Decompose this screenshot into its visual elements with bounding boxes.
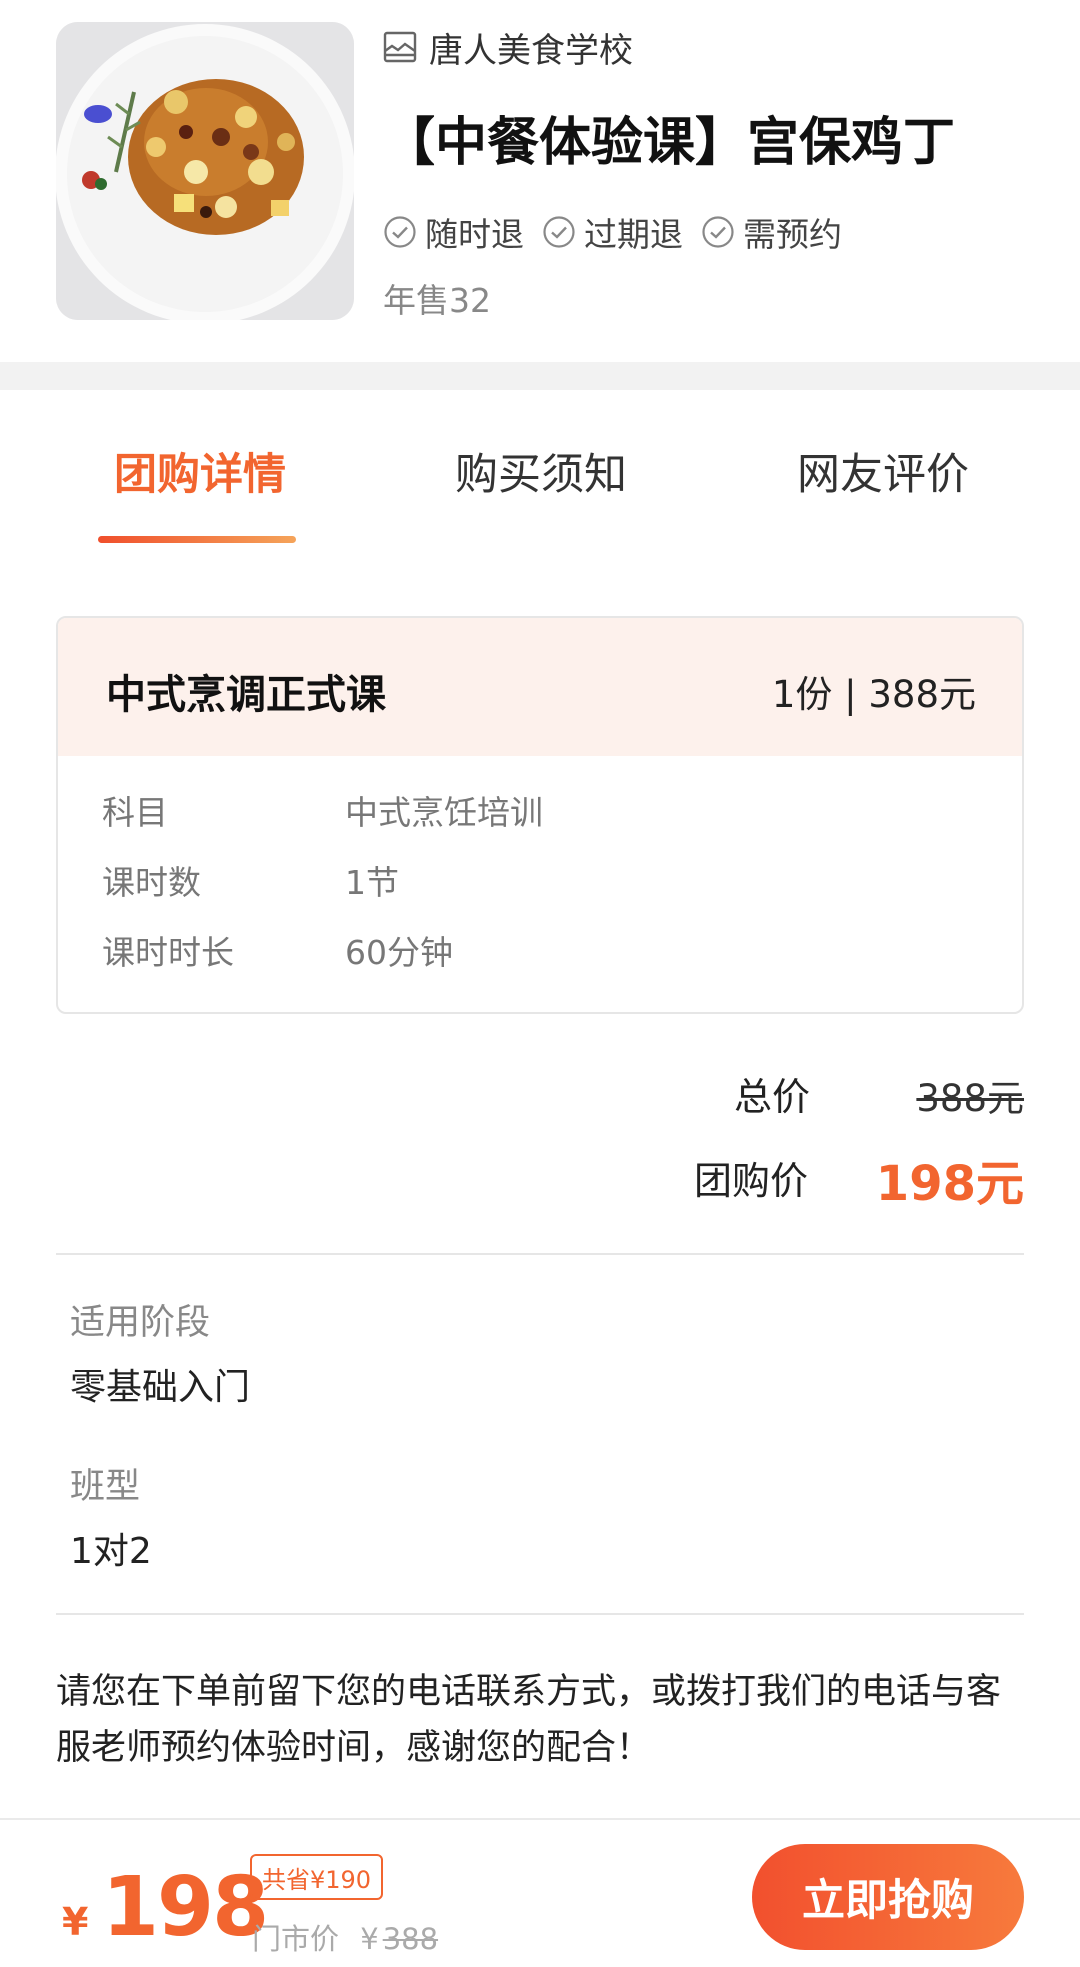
market-price-currency: ¥ bbox=[360, 1922, 379, 1956]
shop-row[interactable]: 唐人美食学校 bbox=[383, 22, 633, 72]
check-circle-icon bbox=[543, 216, 575, 248]
annual-sales: 年售32 bbox=[383, 281, 491, 320]
row-label: 科目 bbox=[102, 793, 168, 832]
tag-refund-anytime: 随时退 bbox=[383, 208, 524, 256]
total-price-value: 388元 bbox=[916, 1077, 1024, 1120]
active-tab-indicator bbox=[98, 536, 296, 543]
divider bbox=[56, 1613, 1024, 1615]
tag-label: 随时退 bbox=[425, 215, 524, 254]
stage-label: 适用阶段 bbox=[70, 1303, 211, 1343]
package-name: 中式烹调正式课 bbox=[106, 672, 386, 718]
tag-label: 需预约 bbox=[743, 215, 842, 254]
market-price-value: 388 bbox=[382, 1922, 439, 1956]
total-price-label: 总价 bbox=[734, 1075, 811, 1119]
package-card-header: 中式烹调正式课 1份 | 388元 bbox=[58, 618, 1022, 756]
package-card: 中式烹调正式课 1份 | 388元 科目 中式烹饪培训 课时数 1节 课时时长 … bbox=[56, 616, 1024, 1014]
bottom-purchase-bar: ¥ 198 共省¥190 门市价 ¥388 立即抢购 bbox=[0, 1818, 1080, 1967]
dish-photo-image bbox=[56, 22, 354, 320]
class-type-value: 1对2 bbox=[70, 1531, 152, 1572]
class-type-label: 班型 bbox=[70, 1467, 141, 1507]
product-thumbnail[interactable] bbox=[56, 22, 354, 320]
tab-purchase-notes[interactable]: 购买须知 bbox=[455, 440, 627, 502]
group-price-value: 198元 bbox=[875, 1156, 1024, 1212]
row-value: 60分钟 bbox=[345, 933, 453, 972]
market-price: 门市价 ¥388 bbox=[252, 1916, 438, 1958]
package-row-duration: 课时时长 60分钟 bbox=[102, 926, 453, 974]
tag-refund-expired: 过期退 bbox=[542, 208, 683, 256]
row-label: 课时时长 bbox=[102, 933, 234, 972]
tag-reservation: 需预约 bbox=[701, 208, 842, 256]
booking-note: 请您在下单前留下您的电话联系方式，或拨打我们的电话与客服老师预约体验时间，感谢您… bbox=[56, 1672, 1002, 1768]
shop-name: 唐人美食学校 bbox=[429, 30, 633, 71]
tab-group-details[interactable]: 团购详情 bbox=[114, 440, 286, 502]
row-label: 课时数 bbox=[102, 863, 201, 902]
product-title: 【中餐体验课】宫保鸡丁 bbox=[383, 113, 956, 173]
tab-reviews[interactable]: 网友评价 bbox=[797, 440, 969, 502]
policy-tags: 随时退 过期退 需预约 bbox=[383, 208, 860, 256]
product-header: 唐人美食学校 【中餐体验课】宫保鸡丁 随时退 过期退 需预约 年售32 bbox=[0, 0, 1080, 362]
tab-bar: 团购详情 购买须知 网友评价 bbox=[0, 390, 1080, 550]
market-price-label: 门市价 bbox=[252, 1922, 340, 1956]
deal-price: 198 bbox=[102, 1860, 269, 1955]
section-separator bbox=[0, 362, 1080, 390]
row-value: 中式烹饪培训 bbox=[345, 793, 543, 832]
buy-now-button[interactable]: 立即抢购 bbox=[752, 1844, 1024, 1950]
package-row-subject: 科目 中式烹饪培训 bbox=[102, 786, 543, 834]
shop-icon bbox=[383, 31, 417, 63]
package-row-lessons: 课时数 1节 bbox=[102, 856, 399, 904]
package-qty-price: 1份 | 388元 bbox=[771, 673, 976, 716]
check-circle-icon bbox=[702, 216, 734, 248]
savings-badge: 共省¥190 bbox=[250, 1854, 384, 1900]
group-price-label: 团购价 bbox=[694, 1159, 809, 1203]
stage-value: 零基础入门 bbox=[70, 1367, 251, 1408]
check-circle-icon bbox=[384, 216, 416, 248]
divider bbox=[56, 1253, 1024, 1255]
currency-symbol: ¥ bbox=[62, 1900, 89, 1944]
row-value: 1节 bbox=[345, 863, 399, 902]
tag-label: 过期退 bbox=[584, 215, 683, 254]
